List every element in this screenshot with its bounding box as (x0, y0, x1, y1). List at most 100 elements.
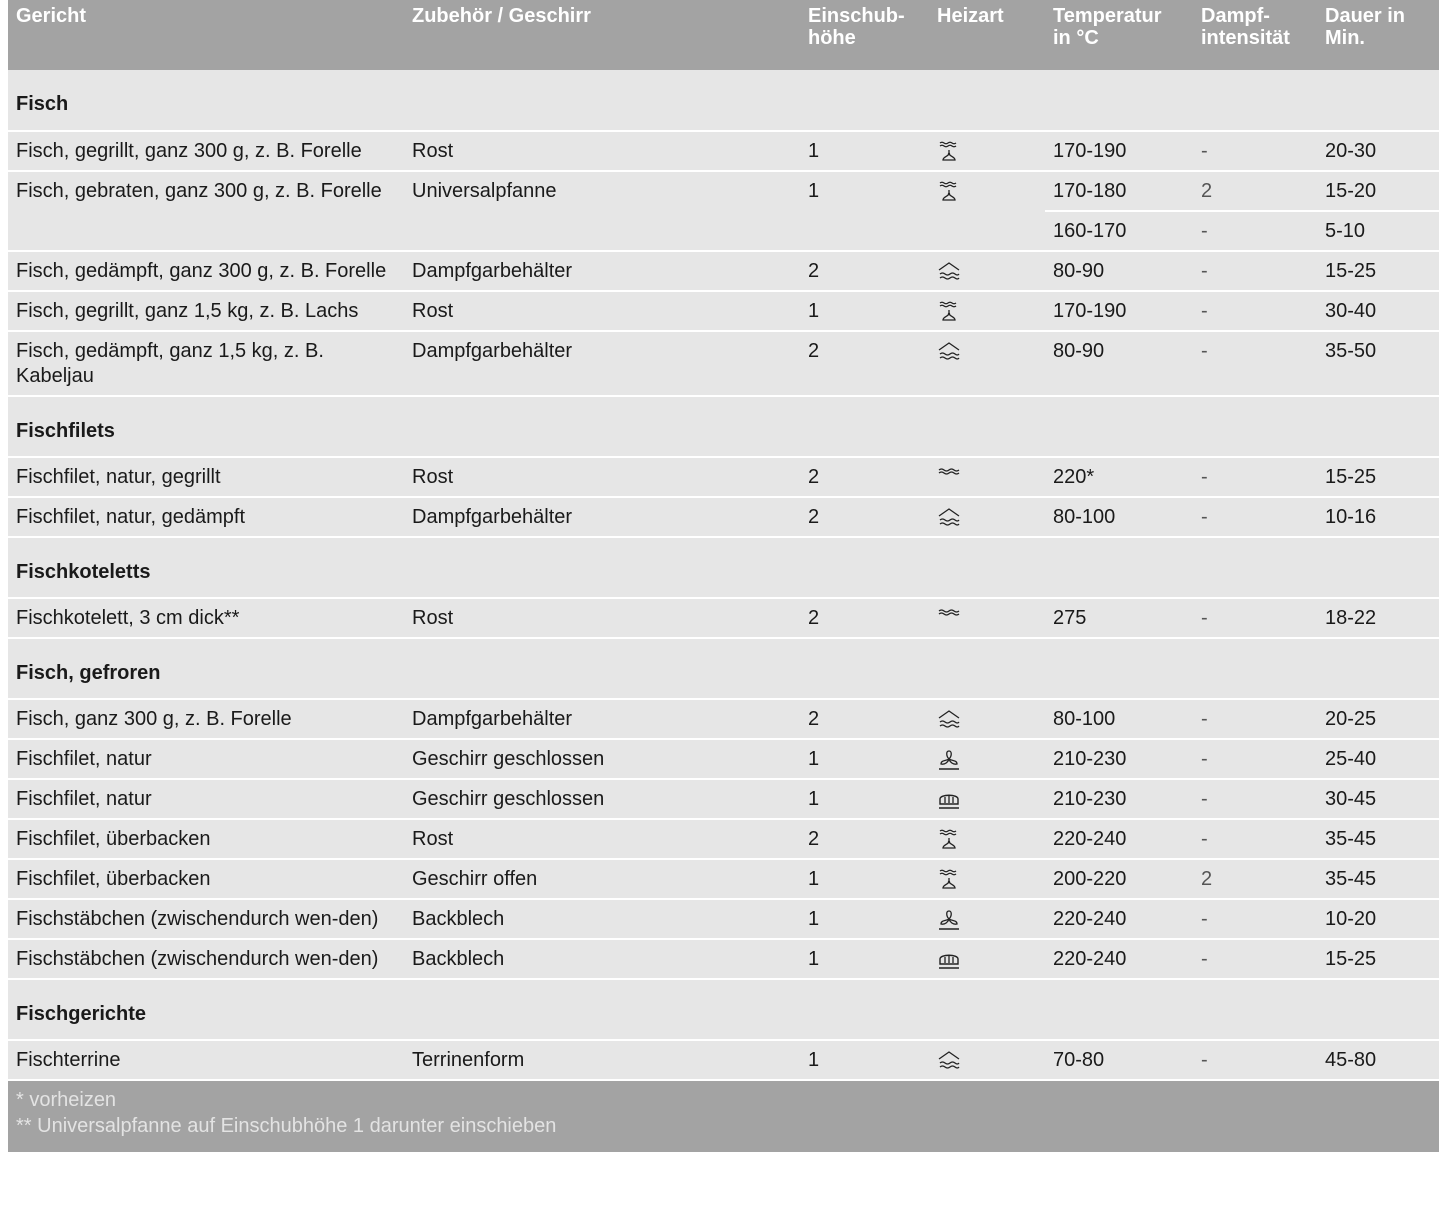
temperature-cell: 170-180 (1045, 171, 1193, 212)
steam-intensity-cell: - (1193, 779, 1317, 820)
accessory-cell: Terrinenform (404, 1040, 800, 1081)
table-row: Fisch, gegrillt, ganz 1,5 kg, z. B. Lach… (8, 291, 1439, 332)
header-dauer: Dauer in Min. (1317, 0, 1439, 70)
table-row: Fischstäbchen (zwischendurch wen-den) Bac… (8, 939, 1439, 980)
grill-fan-icon (937, 141, 961, 163)
grill-icon (937, 608, 961, 630)
dish-cell: Fischstäbchen (zwischendurch wen-den) (8, 939, 404, 980)
section-row: Fisch, gefroren (8, 638, 1439, 700)
steam-intensity-cell: - (1193, 291, 1317, 332)
dish-cell: Fischfilet, überbacken (8, 819, 404, 860)
shelf-level-cell: 2 (800, 457, 929, 498)
heating-mode-cell (929, 739, 1045, 780)
table-row: Fischfilet, natur, gegrillt Rost 2 220* -15-… (8, 457, 1439, 498)
heating-mode-cell (929, 598, 1045, 639)
steam-intensity-cell: - (1193, 251, 1317, 292)
fan-icon (937, 749, 961, 771)
accessory-cell: Dampfgarbehälter (404, 251, 800, 292)
temperature-cell: 200-220 (1045, 859, 1193, 900)
dish-cell: Fischfilet, natur (8, 739, 404, 780)
section-title: Fischfilets (8, 396, 1439, 458)
header-gericht: Gericht (8, 0, 404, 70)
temperature-cell: 220-240 (1045, 819, 1193, 860)
section-title: Fischgerichte (8, 979, 1439, 1041)
section-row: Fischfilets (8, 396, 1439, 458)
dish-cell: Fischterrine (8, 1040, 404, 1081)
duration-cell: 35-45 (1317, 859, 1439, 900)
accessory-cell: Backblech (404, 939, 800, 980)
duration-cell: 15-25 (1317, 457, 1439, 498)
bread-icon (937, 949, 961, 971)
grill-fan-icon (937, 869, 961, 891)
shelf-level-cell: 2 (800, 331, 929, 397)
dish-cell: Fischfilet, überbacken (8, 859, 404, 900)
footnote-universal-pan: ** Universalpfanne auf Einschubhöhe 1 da… (16, 1115, 557, 1137)
dish-cell: Fischfilet, natur, gedämpft (8, 497, 404, 538)
header-dampfintensitaet: Dampf-intensität (1193, 0, 1317, 70)
shelf-level-cell: 1 (800, 291, 929, 332)
section-title: Fisch (8, 70, 1439, 132)
temperature-cell: 210-230 (1045, 779, 1193, 820)
table-row: Fischfilet, natur Geschirr geschlossen 1 21… (8, 739, 1439, 780)
heating-mode-cell (929, 699, 1045, 740)
duration-cell: 30-40 (1317, 291, 1439, 332)
temperature-cell: 220* (1045, 457, 1193, 498)
temperature-cell: 80-100 (1045, 699, 1193, 740)
grill-fan-icon (937, 829, 961, 851)
cooking-table-container: Gericht Zubehör / Geschirr Einschub-höhe… (8, 0, 1439, 1152)
duration-cell: 5-10 (1317, 211, 1439, 252)
section-row: Fischkoteletts (8, 537, 1439, 599)
accessory-cell: Geschirr geschlossen (404, 739, 800, 780)
accessory-cell: Rost (404, 819, 800, 860)
dish-cell: Fischfilet, natur (8, 779, 404, 820)
accessory-cell: Dampfgarbehälter (404, 331, 800, 397)
accessory-cell: Rost (404, 131, 800, 172)
header-zubehoer: Zubehör / Geschirr (404, 0, 800, 70)
duration-cell: 20-30 (1317, 131, 1439, 172)
temperature-cell: 160-170 (1045, 211, 1193, 252)
heating-mode-cell (929, 859, 1045, 900)
temperature-cell: 210-230 (1045, 739, 1193, 780)
steam-intensity-cell: - (1193, 598, 1317, 639)
steam-intensity-cell: - (1193, 899, 1317, 940)
heating-mode-cell (929, 171, 1045, 252)
table-body: Fisch Fisch, gegrillt, ganz 300 g, z. B. … (8, 70, 1439, 1081)
steam-intensity-cell: - (1193, 939, 1317, 980)
steam-intensity-cell: - (1193, 739, 1317, 780)
duration-cell: 25-40 (1317, 739, 1439, 780)
temperature-cell: 170-190 (1045, 131, 1193, 172)
duration-cell: 15-25 (1317, 251, 1439, 292)
footnotes: * vorheizen ** Universalpfanne auf Einsc… (8, 1080, 1439, 1152)
table-row: Fischfilet, natur, gedämpft Dampfgarbehäl… (8, 497, 1439, 538)
steam-icon (937, 341, 961, 363)
shelf-level-cell: 1 (800, 899, 929, 940)
steam-intensity-cell: - (1193, 331, 1317, 397)
steam-intensity-cell: - (1193, 699, 1317, 740)
heating-mode-cell (929, 291, 1045, 332)
table-row: Fischterrine Terrinenform 1 70-80-45-80 (8, 1040, 1439, 1081)
dish-cell: Fisch, ganz 300 g, z. B. Forelle (8, 699, 404, 740)
steam-icon (937, 1050, 961, 1072)
table-row: Fisch, gegrillt, ganz 300 g, z. B. Forel… (8, 131, 1439, 172)
accessory-cell: Dampfgarbehälter (404, 497, 800, 538)
shelf-level-cell: 2 (800, 598, 929, 639)
steam-intensity-cell: - (1193, 457, 1317, 498)
accessory-cell: Rost (404, 291, 800, 332)
table-row: Fisch, gedämpft, ganz 300 g, z. B. Forel… (8, 251, 1439, 292)
table-row: Fisch, gedämpft, ganz 1,5 kg, z. B. Kabe… (8, 331, 1439, 397)
accessory-cell: Rost (404, 457, 800, 498)
bread-icon (937, 789, 961, 811)
heating-mode-cell (929, 457, 1045, 498)
footnotes-row: * vorheizen ** Universalpfanne auf Einsc… (8, 1080, 1439, 1152)
accessory-cell: Geschirr geschlossen (404, 779, 800, 820)
table-row: Fischfilet, überbacken Geschirr offen 1 200… (8, 859, 1439, 900)
table-row: Fischfilet, natur Geschirr geschlossen 1 21… (8, 779, 1439, 820)
shelf-level-cell: 1 (800, 171, 929, 252)
dish-cell: Fisch, gegrillt, ganz 300 g, z. B. Forel… (8, 131, 404, 172)
steam-icon (937, 507, 961, 529)
header-heizart: Heizart (929, 0, 1045, 70)
temperature-cell: 70-80 (1045, 1040, 1193, 1081)
section-title: Fischkoteletts (8, 537, 1439, 599)
table-row: Fisch, ganz 300 g, z. B. Forelle Dampfgar… (8, 699, 1439, 740)
shelf-level-cell: 1 (800, 739, 929, 780)
